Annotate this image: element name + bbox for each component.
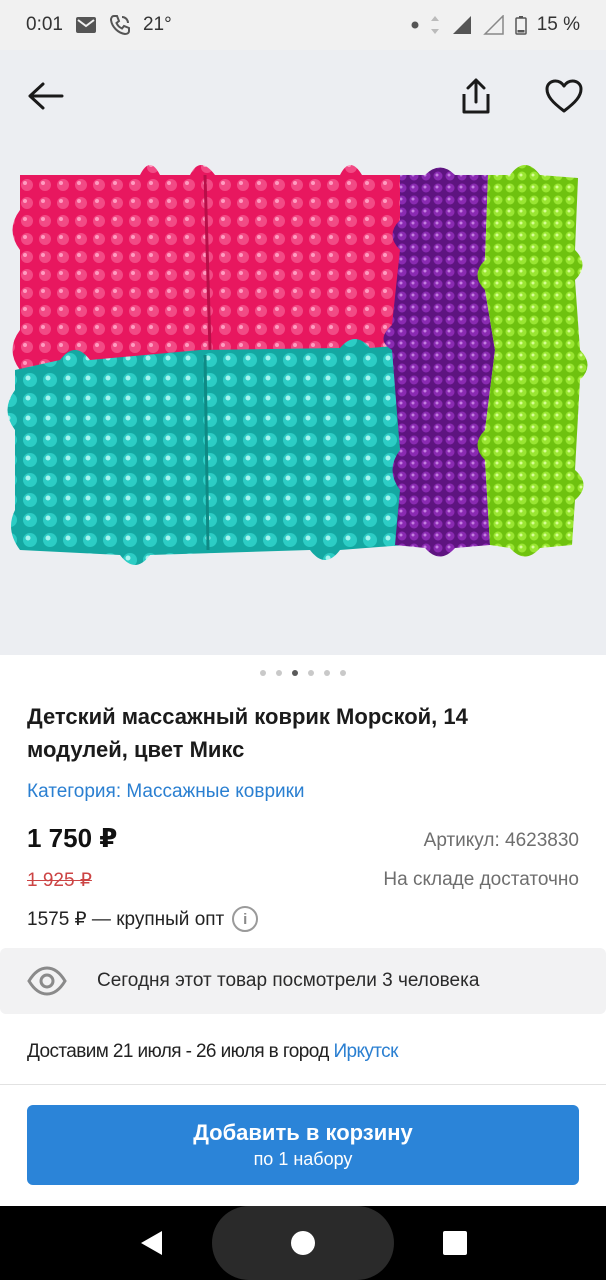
status-temperature: 21° [142,14,172,35]
signal-empty-icon [482,15,505,35]
signal-icon [451,15,473,35]
status-time: 0:01 [26,14,63,35]
data-arrows-icon [429,15,441,35]
wholesale-price: 1575 ₽ — крупный опт [27,908,225,930]
nav-back-icon [141,1231,162,1255]
back-button[interactable] [22,72,70,120]
product-image[interactable] [0,50,606,655]
nav-recents-button[interactable] [434,1222,476,1264]
pink-puzzle-pieces [12,165,400,370]
product-title: Детский массажный коврик Морской, 14 мод… [27,704,468,762]
add-to-cart-button[interactable]: Добавить в корзину по 1 набору [27,1105,579,1185]
divider [0,1084,606,1085]
delivery-info: Доставим 21 июля - 26 июля в город Иркут… [27,1041,398,1063]
nav-back-button[interactable] [130,1222,172,1264]
carousel-dot[interactable] [340,670,346,676]
share-button[interactable] [452,72,500,120]
carousel-dot-active[interactable] [292,670,298,676]
battery-icon [514,15,527,35]
wholesale-price-row: 1575 ₽ — крупный опт i [27,906,259,932]
add-to-cart-label: Добавить в корзину [193,1120,413,1145]
nav-home-button[interactable] [282,1222,324,1264]
nav-recents-icon [443,1231,467,1255]
heart-icon [545,79,583,113]
delivery-city-link[interactable]: Иркутск [333,1041,398,1062]
eye-icon [27,966,67,996]
mail-icon [75,16,97,34]
massage-mat-illustration [7,165,588,565]
carousel-dot[interactable] [260,670,266,676]
call-icon [109,14,131,36]
article-number: Артикул: 4623830 [423,830,579,851]
battery-level: 15 % [536,14,580,35]
category-link[interactable]: Категория: Массажные коврики [27,781,305,803]
teal-puzzle-pieces [7,339,408,565]
carousel-dot[interactable] [308,670,314,676]
arrow-left-icon [28,82,64,110]
green-puzzle-pieces [477,165,588,557]
nav-home-icon [291,1231,315,1255]
share-icon [462,78,490,114]
carousel-dot[interactable] [276,670,282,676]
views-banner: Сегодня этот товар посмотрели 3 человека [0,948,606,1014]
views-text: Сегодня этот товар посмотрели 3 человека [97,970,480,991]
favorite-button[interactable] [540,72,588,120]
system-navigation-bar [0,1206,606,1280]
status-bar: 0:01 21° 15 % [0,0,606,50]
product-price: 1 750 ₽ [27,823,118,853]
purple-puzzle-pieces [383,167,495,557]
notification-dot-icon [411,21,419,29]
add-to-cart-sublabel: по 1 набору [253,1149,353,1169]
stock-status: На складе достаточно [383,869,579,890]
delivery-text: Доставим 21 июля - 26 июля в город [27,1041,329,1062]
old-price: 1 925 ₽ [27,870,92,891]
carousel-dot[interactable] [324,670,330,676]
info-icon[interactable]: i [232,906,259,932]
image-carousel-indicator[interactable] [0,670,606,676]
